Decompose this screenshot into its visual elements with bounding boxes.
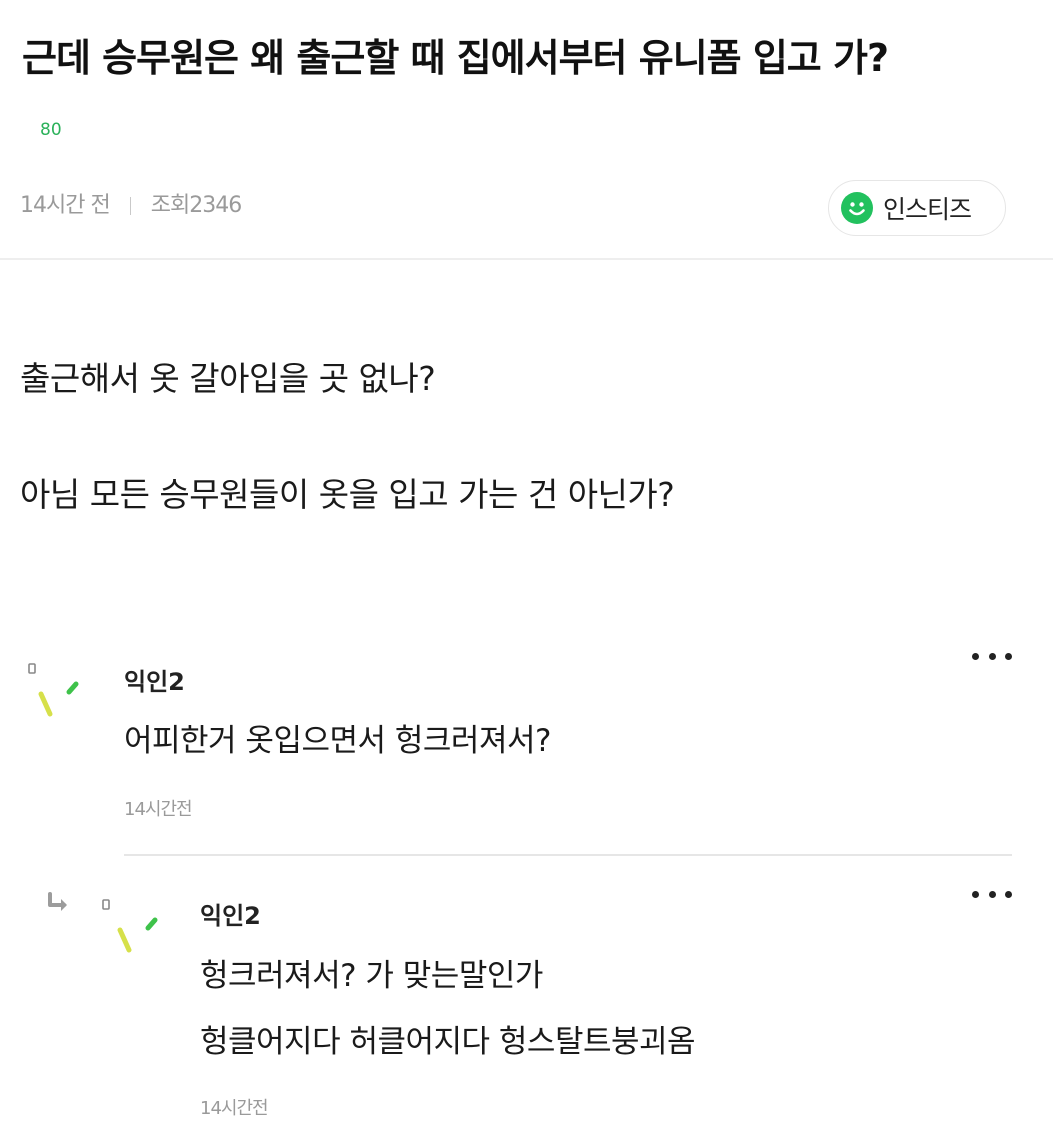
comment-divider: [124, 854, 1012, 856]
comment-time: 14시간전: [124, 799, 193, 820]
more-dots-icon[interactable]: [972, 884, 1012, 904]
post-title: 근데 승무원은 왜 출근할 때 집에서부터 유니폼 입고 가?: [22, 36, 889, 80]
anonymous-avatar-icon: [100, 896, 160, 966]
like-count: 80: [40, 120, 62, 140]
comment-text: 헝크러져서? 가 맞는말인가: [200, 958, 543, 994]
board-chip[interactable]: 인스티즈: [828, 180, 1006, 236]
reply-arrow-icon: [46, 892, 76, 916]
header-divider: [0, 258, 1053, 260]
comment-nickname[interactable]: 익인2: [200, 896, 261, 931]
meta-separator: [129, 197, 131, 215]
view-count: 조회2346: [150, 193, 242, 218]
board-name: 인스티즈: [883, 195, 972, 224]
comment-nickname[interactable]: 익인2: [124, 662, 185, 697]
post-meta: 14시간 전 조회2346: [20, 190, 242, 222]
post-time: 14시간 전: [20, 193, 111, 218]
comment-time: 14시간전: [200, 1098, 269, 1119]
post-body-line: 출근해서 옷 갈아입을 곳 없나?: [20, 359, 436, 398]
smiley-icon: [841, 192, 873, 224]
comment-text: 헝클어지다 허클어지다 헝스탈트붕괴옴: [200, 1024, 696, 1060]
anonymous-avatar-icon: [26, 660, 86, 730]
post-body-line: 아님 모든 승무원들이 옷을 입고 가는 건 아닌가?: [20, 475, 675, 514]
more-dots-icon[interactable]: [972, 646, 1012, 666]
comment-text: 어피한거 옷입으면서 헝크러져서?: [124, 723, 551, 759]
